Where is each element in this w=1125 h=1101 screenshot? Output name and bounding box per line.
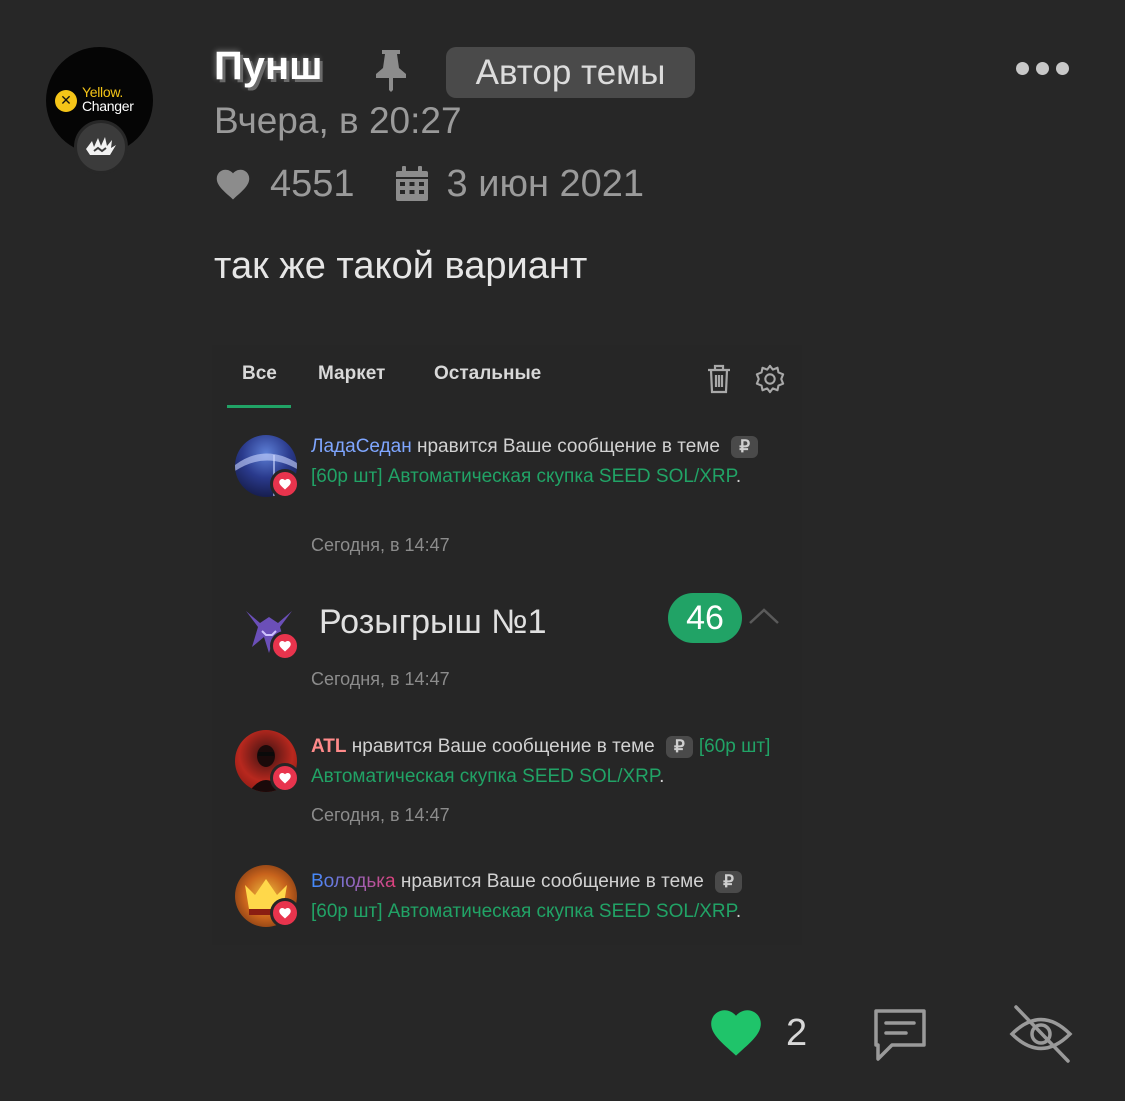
notification-text: ЛадаСедан нравится Ваше сообщение в теме… [311, 432, 781, 492]
like-badge-icon [270, 469, 300, 499]
topic-link[interactable]: [60р шт] Автоматическая скупка SEED SOL/… [311, 901, 736, 922]
likes-count: 4551 [270, 162, 355, 205]
post-time[interactable]: Вчера, в 20:27 [214, 100, 462, 142]
tab-market[interactable]: Маркет [318, 363, 385, 385]
like-badge-icon [270, 631, 300, 661]
active-tab-indicator [227, 405, 291, 408]
notification-user[interactable]: ATL [311, 736, 347, 757]
tab-all[interactable]: Все [242, 363, 277, 385]
topic-link[interactable]: [60р шт] Автоматическая скупка SEED SOL/… [311, 466, 736, 487]
notification-text: Володька нравится Ваше сообщение в теме … [311, 867, 781, 927]
notification-end: . [735, 901, 742, 922]
notification-end: . [735, 466, 742, 487]
calendar-icon [395, 166, 428, 201]
notification-user[interactable]: Володька [311, 871, 396, 892]
notification-time: Сегодня, в 14:47 [311, 535, 450, 555]
notification-time: Сегодня, в 14:47 [311, 805, 450, 825]
author-badge: Автор темы [446, 47, 695, 98]
gear-icon[interactable] [755, 363, 785, 395]
register-date: 3 июн 2021 [446, 162, 645, 205]
notification-tabs: Все Маркет Остальные [212, 345, 802, 409]
like-badge-icon [270, 763, 300, 793]
post-message: так же такой вариант [214, 245, 588, 287]
giveaway-count-badge: 46 [668, 593, 742, 643]
notification-end: . [659, 766, 665, 787]
ruble-prefix: ₽ [731, 436, 759, 458]
user-badge-icon[interactable] [74, 120, 128, 174]
post-username[interactable]: Пунш [214, 44, 323, 89]
like-heart-icon[interactable] [706, 1006, 766, 1058]
notification-user[interactable]: ЛадаСедан [311, 436, 412, 457]
embedded-screenshot[interactable]: Все Маркет Остальные ЛадаСедан нравится … [212, 345, 802, 945]
heart-icon [216, 169, 250, 200]
like-count[interactable]: 2 [786, 1012, 807, 1055]
eye-off-icon[interactable] [1008, 1003, 1074, 1065]
chevron-up-icon[interactable] [748, 607, 780, 625]
notification-text: ATL нравится Ваше сообщение в теме ₽ [60р… [311, 732, 781, 792]
reply-icon[interactable] [870, 1005, 930, 1063]
tab-other[interactable]: Остальные [434, 363, 541, 385]
like-badge-icon [270, 898, 300, 928]
yellow-changer-logo-icon: ✕ [55, 90, 77, 112]
trash-icon[interactable] [704, 363, 734, 395]
user-stats: 4551 3 июн 2021 [214, 160, 644, 208]
avatar-logo-text: Yellow. Changer [82, 84, 134, 114]
notification-action: нравится Ваше сообщение в теме [395, 871, 710, 892]
giveaway-title[interactable]: Розыгрыш №1 [319, 603, 547, 642]
more-icon[interactable] [1016, 62, 1074, 80]
notification-action: нравится Ваше сообщение в теме [411, 436, 726, 457]
pin-icon [376, 50, 406, 92]
notification-action: нравится Ваше сообщение в теме [346, 736, 661, 757]
ruble-prefix: ₽ [715, 871, 742, 893]
notification-time: Сегодня, в 14:47 [311, 669, 450, 689]
ruble-prefix: ₽ [666, 736, 693, 758]
